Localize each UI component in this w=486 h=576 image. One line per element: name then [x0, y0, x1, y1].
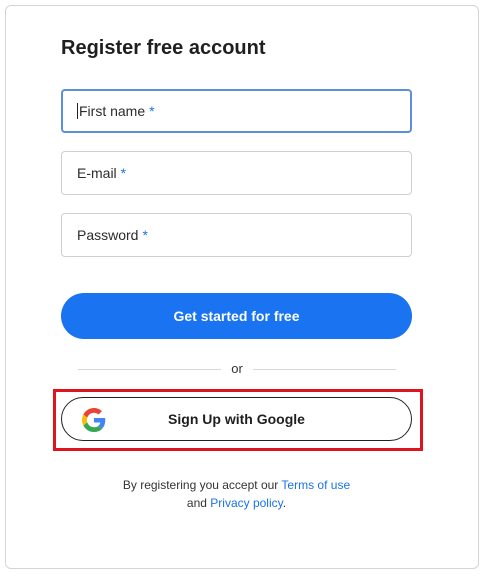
page-title: Register free account	[61, 37, 266, 59]
required-asterisk: *	[142, 227, 148, 243]
required-asterisk: *	[120, 165, 127, 181]
google-signup-button[interactable]: Sign Up with Google	[61, 397, 412, 441]
first-name-field[interactable]: First name *	[61, 89, 412, 133]
footer-period: .	[282, 496, 287, 510]
terms-link[interactable]: Terms of use	[281, 478, 350, 492]
first-name-label: First name	[79, 103, 146, 119]
password-field[interactable]: Password *	[61, 213, 412, 257]
get-started-button[interactable]: Get started for free	[61, 293, 412, 339]
email-field[interactable]: E-mail *	[61, 151, 412, 195]
required-asterisk: *	[149, 103, 155, 119]
text-caret	[77, 103, 78, 119]
footer-text: By registering you accept our	[122, 478, 279, 492]
google-signup-label: Sign Up with Google	[168, 411, 305, 427]
email-label: E-mail	[77, 165, 117, 181]
divider-line-right	[253, 369, 396, 370]
password-label: Password	[77, 227, 139, 243]
terms-notice: By registering you accept our Terms of u…	[61, 476, 412, 512]
footer-and: and	[186, 496, 207, 510]
or-divider: or	[78, 361, 396, 376]
privacy-link[interactable]: Privacy policy	[210, 496, 282, 510]
